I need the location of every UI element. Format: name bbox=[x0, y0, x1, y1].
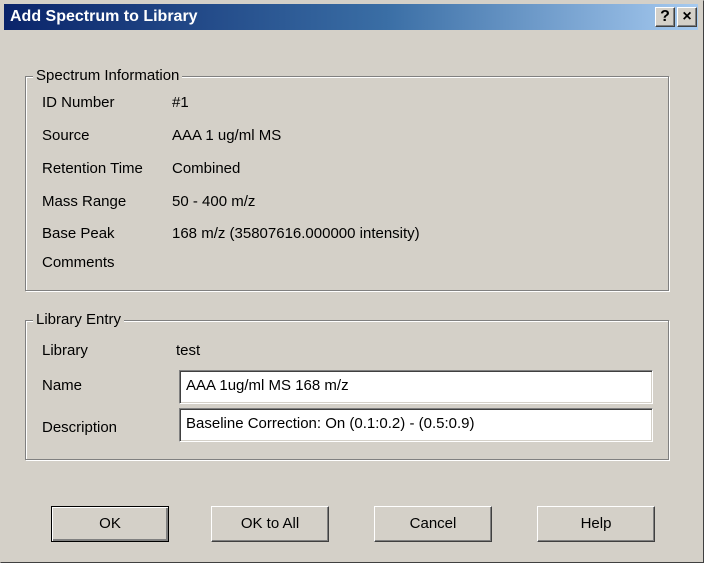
source-label: Source bbox=[42, 127, 90, 144]
ok-button[interactable]: OK bbox=[51, 506, 169, 542]
id-number-value: #1 bbox=[172, 94, 189, 111]
retention-time-label: Retention Time bbox=[42, 160, 143, 177]
help-button[interactable]: Help bbox=[537, 506, 655, 542]
base-peak-label: Base Peak bbox=[42, 225, 115, 242]
name-input[interactable]: AAA 1ug/ml MS 168 m/z bbox=[179, 370, 653, 404]
help-icon[interactable]: ? bbox=[655, 7, 675, 27]
spectrum-information-group: Spectrum Information ID Number #1 Source… bbox=[25, 67, 669, 291]
description-input[interactable]: Baseline Correction: On (0.1:0.2) - (0.5… bbox=[179, 408, 653, 442]
mass-range-value: 50 - 400 m/z bbox=[172, 193, 256, 210]
library-value: test bbox=[176, 342, 201, 359]
retention-time-value: Combined bbox=[172, 160, 241, 177]
cancel-button[interactable]: Cancel bbox=[374, 506, 492, 542]
close-icon[interactable]: × bbox=[677, 7, 697, 27]
add-spectrum-dialog: Add Spectrum to Library ? × Spectrum Inf… bbox=[0, 0, 704, 563]
library-entry-legend: Library Entry bbox=[33, 311, 125, 328]
source-value: AAA 1 ug/ml MS bbox=[172, 127, 282, 144]
id-number-label: ID Number bbox=[42, 94, 115, 111]
description-label: Description bbox=[42, 419, 118, 436]
base-peak-value: 168 m/z (35807616.000000 intensity) bbox=[172, 225, 420, 242]
ok-to-all-button[interactable]: OK to All bbox=[211, 506, 329, 542]
spectrum-information-legend: Spectrum Information bbox=[33, 67, 183, 84]
library-label: Library bbox=[42, 342, 88, 359]
comments-label: Comments bbox=[42, 254, 115, 271]
mass-range-label: Mass Range bbox=[42, 193, 127, 210]
dialog-title: Add Spectrum to Library bbox=[10, 8, 198, 25]
title-bar[interactable]: Add Spectrum to Library ? × bbox=[4, 4, 698, 30]
name-label: Name bbox=[42, 377, 83, 394]
